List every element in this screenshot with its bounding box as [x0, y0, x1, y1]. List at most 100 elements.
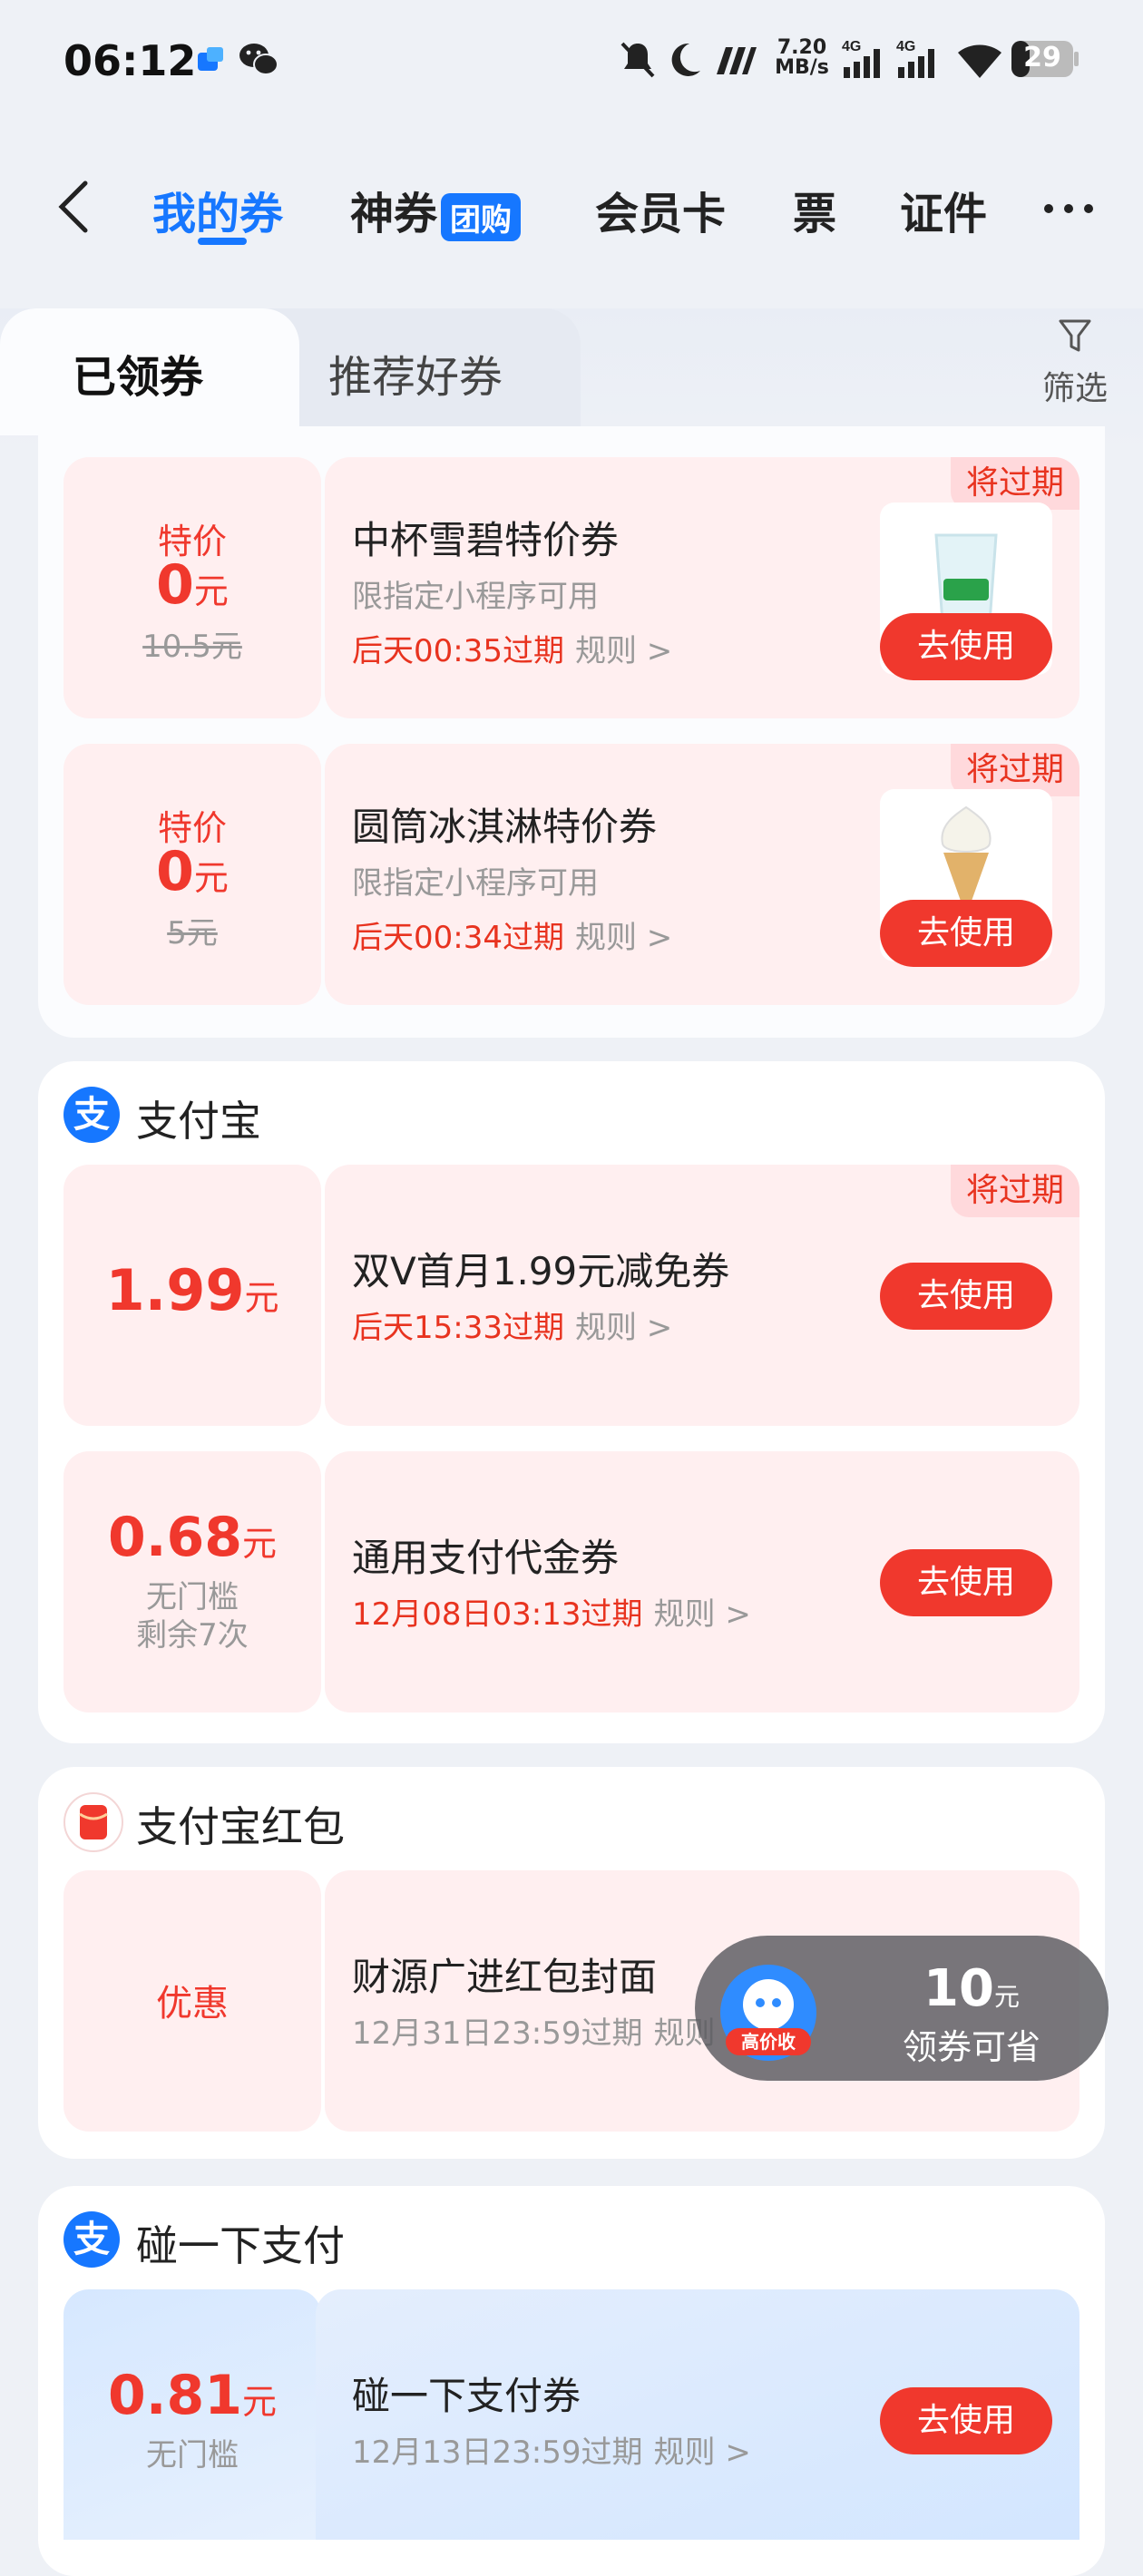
threshold-text: 无门槛: [146, 1579, 239, 1615]
coupon-title: 中杯雪碧特价券: [352, 518, 620, 562]
use-button[interactable]: 去使用: [880, 900, 1052, 967]
app-icon: [194, 44, 227, 76]
moon-icon: [664, 40, 702, 83]
signal-icon: 4G: [840, 36, 887, 85]
coupon-price: 0元: [64, 840, 321, 903]
battery-level: 29: [1023, 42, 1061, 73]
coupon-expiry: 后天00:35过期 规则 >: [352, 626, 672, 670]
mascot-icon: 高价收: [720, 1965, 816, 2061]
filter-label: 筛选: [1041, 370, 1108, 407]
rule-link[interactable]: 规则 >: [654, 2435, 751, 2471]
expiring-tag: 将过期: [951, 1165, 1080, 1217]
wechat-icon: [238, 40, 279, 78]
tab-tickets[interactable]: 票: [793, 178, 836, 241]
coupon-double-v[interactable]: 1.99元 双V首月1.99元减免券 后天15:33过期 规则 > 将过期 去使用: [64, 1165, 1080, 1426]
coupon-price: 0.81元: [64, 2364, 321, 2427]
filter-button[interactable]: 筛选: [1034, 316, 1116, 409]
coupon-general-voucher[interactable]: 0.68元 无门槛 剩余7次 通用支付代金券 12月08日03:13过期 规则 >…: [64, 1451, 1080, 1712]
wifi-icon: [954, 40, 1005, 83]
coupon-title: 碰一下支付券: [352, 2374, 581, 2418]
price-value: 1.99: [105, 1257, 245, 1323]
mute-icon: [619, 40, 657, 83]
coupon-price: 0元: [64, 553, 321, 617]
savings-float-button[interactable]: 高价收 10元 领券可省: [695, 1936, 1109, 2081]
coupon-desc: 限指定小程序可用: [352, 865, 599, 902]
section-title-alipay: 支付宝: [136, 1097, 261, 1146]
svg-text:4G: 4G: [842, 39, 861, 54]
coupon-expiry: 12月31日23:59过期 规则: [352, 2008, 716, 2053]
coupon-price: 1.99元: [64, 1257, 321, 1323]
alipay-icon-2: 支: [64, 2211, 120, 2268]
segment-received[interactable]: 已领券: [73, 341, 203, 405]
net-speed-value: 7.20: [777, 36, 827, 59]
savings-unit: 元: [993, 1982, 1020, 2012]
status-time: 06:12: [64, 36, 197, 85]
rule-link[interactable]: 规则 >: [575, 920, 672, 956]
price-unit: 元: [242, 1524, 278, 1564]
tab-certificates[interactable]: 证件: [900, 178, 987, 241]
tab-god-coupons-label: 神券: [350, 189, 438, 239]
price-unit: 元: [193, 571, 229, 611]
battery-icon: 29: [1011, 40, 1080, 78]
expiry-text: 后天15:33过期: [352, 1310, 564, 1346]
original-price: 10.5元: [142, 629, 242, 665]
coupon-tap-pay[interactable]: 0.81元 无门槛 碰一下支付券 12月13日23:59过期 规则 > 去使用: [64, 2289, 1080, 2540]
price-value: 0: [156, 553, 194, 617]
coupon-title: 财源广进红包封面: [352, 1955, 658, 1999]
coupon-expiry: 12月08日03:13过期 规则 >: [352, 1589, 751, 1634]
price-unit: 元: [193, 858, 229, 898]
net-speed: 7.20 MB/s: [773, 38, 831, 78]
coupon-sprite[interactable]: 特价 0元 10.5元 中杯雪碧特价券 限指定小程序可用 后天00:35过期 规则…: [64, 457, 1080, 718]
threshold-text: 无门槛: [146, 2437, 239, 2474]
price-unit: 元: [242, 2382, 278, 2422]
price-unit: 元: [244, 1278, 279, 1318]
nfc-icon: [713, 44, 758, 80]
use-button[interactable]: 去使用: [880, 613, 1052, 680]
coupon-expiry: 后天15:33过期 规则 >: [352, 1303, 672, 1347]
red-packet-icon: [64, 1792, 123, 1852]
back-icon[interactable]: [51, 178, 96, 236]
remaining-text: 剩余7次: [136, 1617, 249, 1654]
savings-value: 10: [923, 1959, 994, 2018]
coupon-desc: 限指定小程序可用: [352, 579, 599, 615]
coupon-price: 0.68元: [64, 1506, 321, 1569]
expiry-text: 后天00:35过期: [352, 633, 564, 669]
original-price: 5元: [167, 915, 218, 951]
coupon-ice-cream[interactable]: 特价 0元 5元 圆筒冰淇淋特价券 限指定小程序可用 后天00:34过期 规则 >…: [64, 744, 1080, 1005]
use-button[interactable]: 去使用: [880, 1549, 1052, 1616]
rule-link[interactable]: 规则 >: [654, 1596, 751, 1633]
expiry-text: 后天00:34过期: [352, 920, 564, 956]
section-title-hongbao: 支付宝红包: [136, 1802, 345, 1851]
rule-link[interactable]: 规则 >: [575, 1310, 672, 1346]
coupon-price: 优惠: [156, 1983, 229, 2025]
tab-my-coupons[interactable]: 我的券: [152, 178, 283, 241]
savings-text: 领券可省: [902, 2027, 1040, 2067]
tab-member-card[interactable]: 会员卡: [595, 178, 726, 241]
rule-link[interactable]: 规则 >: [575, 633, 672, 669]
coupon-title: 圆筒冰淇淋特价券: [352, 805, 658, 849]
active-tab-indicator: [198, 238, 247, 245]
price-value: 0.68: [107, 1506, 243, 1569]
use-button[interactable]: 去使用: [880, 1263, 1052, 1330]
price-value: 0: [156, 840, 194, 903]
filter-icon: [1059, 319, 1091, 352]
coupon-title: 双V首月1.99元减免券: [352, 1249, 730, 1293]
coupon-expiry: 12月13日23:59过期 规则 >: [352, 2427, 751, 2472]
price-value: 0.81: [107, 2364, 243, 2427]
expiry-text: 12月08日03:13过期: [352, 1596, 643, 1633]
expiry-text: 12月31日23:59过期: [352, 2015, 643, 2052]
svg-text:4G: 4G: [896, 39, 915, 54]
savings-amount: 10元: [876, 1959, 1067, 2018]
use-button[interactable]: 去使用: [880, 2387, 1052, 2454]
coupon-expiry: 后天00:34过期 规则 >: [352, 912, 672, 957]
high-price-badge: 高价收: [726, 2028, 811, 2055]
signal-icon-2: 4G: [894, 36, 942, 85]
group-buy-badge: 团购: [441, 192, 522, 241]
coupon-title: 通用支付代金券: [352, 1536, 620, 1580]
segment-recommended[interactable]: 推荐好券: [328, 341, 503, 405]
more-icon[interactable]: [1043, 201, 1094, 219]
expiry-text: 12月13日23:59过期: [352, 2435, 643, 2471]
section-title-tap-pay: 碰一下支付: [136, 2221, 345, 2270]
alipay-icon: 支: [64, 1087, 120, 1143]
tab-god-coupons[interactable]: 神券 团购: [350, 178, 522, 241]
